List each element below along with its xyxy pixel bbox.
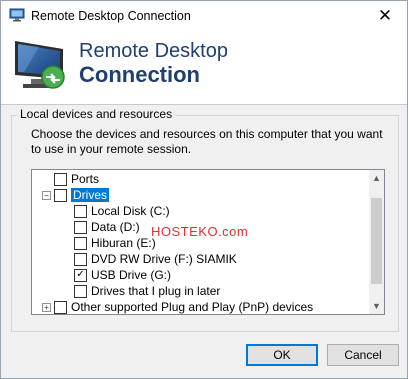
banner-title-line2: Connection: [79, 62, 200, 87]
checkbox[interactable]: [54, 300, 67, 314]
tree-item-data-d[interactable]: Data (D:): [74, 219, 140, 235]
scroll-down-icon[interactable]: ▼: [369, 298, 384, 314]
checkmark-icon: ✓: [76, 269, 85, 280]
rdc-window: Remote Desktop Connection ✕ Remote Deskt…: [0, 0, 408, 379]
checkbox-checked[interactable]: ✓: [74, 268, 87, 282]
tree-item-label: Drives that I plug in later: [91, 284, 221, 298]
checkbox[interactable]: [54, 172, 67, 186]
title-bar[interactable]: Remote Desktop Connection ✕: [1, 1, 407, 31]
tree-item-drives-plug-later[interactable]: Drives that I plug in later: [74, 283, 220, 299]
vertical-scrollbar[interactable]: ▲ ▼: [369, 170, 384, 314]
checkbox[interactable]: [74, 236, 87, 250]
tree-item-label: Local Disk (C:): [91, 204, 170, 218]
close-button[interactable]: ✕: [363, 1, 407, 31]
devices-tree[interactable]: Ports − Drives Local Disk (C:) Data (D:)…: [31, 169, 385, 315]
tree-item-label: Other supported Plug and Play (PnP) devi…: [71, 300, 314, 314]
tree-item-dvd-rw-f[interactable]: DVD RW Drive (F:) SIAMIK: [74, 251, 237, 267]
remote-desktop-logo-icon: [15, 41, 65, 89]
tree-item-label: Hiburan (E:): [91, 236, 156, 250]
collapse-icon[interactable]: −: [42, 191, 51, 200]
tree-item-label: Ports: [71, 172, 100, 186]
checkbox[interactable]: [74, 204, 87, 218]
remote-desktop-icon: [9, 8, 25, 22]
tree-item-drives[interactable]: Drives: [54, 187, 110, 203]
tree-item-local-disk-c[interactable]: Local Disk (C:): [74, 203, 170, 219]
watermark-text: HOSTEKO.com: [151, 224, 249, 239]
ok-button[interactable]: OK: [246, 344, 318, 366]
banner-title-line1: Remote Desktop: [79, 40, 228, 62]
window-title: Remote Desktop Connection: [31, 9, 191, 23]
group-description: Choose the devices and resources on this…: [31, 127, 383, 156]
tree-item-label: Data (D:): [91, 220, 140, 234]
close-icon: ✕: [377, 6, 393, 25]
checkbox[interactable]: [74, 220, 87, 234]
tree-item-label: DVD RW Drive (F:) SIAMIK: [91, 252, 237, 266]
tree-item-usb-drive-g[interactable]: ✓ USB Drive (G:): [74, 267, 171, 283]
tree-item-label: USB Drive (G:): [91, 268, 172, 282]
tree-item-pnp-devices[interactable]: Other supported Plug and Play (PnP) devi…: [54, 299, 314, 314]
tree-item-hiburan-e[interactable]: Hiburan (E:): [74, 235, 156, 251]
tree-item-label: Drives: [71, 188, 110, 202]
group-label: Local devices and resources: [17, 107, 176, 121]
checkbox[interactable]: [54, 188, 67, 202]
checkbox[interactable]: [74, 284, 87, 298]
tree-item-ports[interactable]: Ports: [54, 171, 99, 187]
checkbox[interactable]: [74, 252, 87, 266]
cancel-button[interactable]: Cancel: [327, 344, 399, 366]
banner: Remote Desktop Connection: [1, 31, 407, 105]
scroll-thumb[interactable]: [371, 198, 382, 284]
expand-icon[interactable]: +: [42, 303, 51, 312]
devices-tree-content: Ports − Drives Local Disk (C:) Data (D:)…: [32, 170, 369, 314]
scroll-up-icon[interactable]: ▲: [369, 170, 384, 186]
